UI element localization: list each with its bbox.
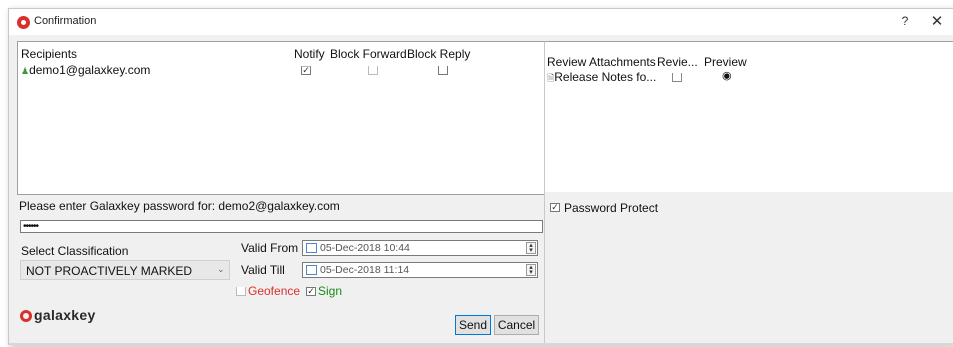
password-protect-checkbox[interactable]: ✓ (550, 203, 560, 212)
geofence-checkbox[interactable] (236, 287, 246, 296)
window-title: Confirmation (34, 15, 97, 27)
col-header-preview[interactable]: Preview (704, 55, 747, 69)
valid-till-label: Valid Till (241, 263, 285, 277)
attachments-list[interactable]: Review Attachments Revie... Preview 🗎Rel… (544, 41, 953, 193)
password-input[interactable]: •••••• (20, 220, 543, 233)
valid-till-checkbox[interactable] (306, 265, 317, 275)
dialog-bottom-edge (9, 343, 953, 345)
classification-selected: NOT PROACTIVELY MARKED (26, 264, 193, 278)
title-bar: Confirmation ? ✕ (9, 9, 953, 35)
eye-icon[interactable]: ◉ (722, 69, 732, 82)
right-options-panel: ✓ Password Protect (544, 192, 953, 345)
send-button[interactable]: Send (455, 315, 491, 335)
recipient-row[interactable]: ♟demo1@galaxkey.com (21, 63, 150, 77)
col-header-block-reply[interactable]: Block Reply (407, 47, 470, 61)
classification-label: Select Classification (21, 244, 129, 258)
valid-from-picker[interactable]: 05-Dec-2018 10:44 ▴ ▾ (302, 240, 538, 256)
col-header-notify[interactable]: Notify (294, 47, 325, 61)
sign-checkbox[interactable]: ✓ (306, 287, 316, 296)
col-header-recipients[interactable]: Recipients (21, 47, 77, 61)
help-button[interactable]: ? (897, 14, 913, 30)
col-header-review-attachments[interactable]: Review Attachments (547, 55, 656, 69)
valid-from-spinner[interactable]: ▴ ▾ (526, 242, 536, 254)
col-header-reviewed[interactable]: Revie... (657, 55, 698, 69)
block-forward-checkbox[interactable] (368, 66, 378, 75)
valid-from-label: Valid From (241, 241, 299, 255)
attachment-name: Release Notes fo... (554, 70, 657, 84)
chevron-down-icon: ⌄ (217, 264, 225, 274)
col-header-block-forward[interactable]: Block Forward (330, 47, 407, 61)
valid-till-picker[interactable]: 05-Dec-2018 11:14 ▴ ▾ (302, 262, 538, 278)
galaxkey-logo-icon (20, 310, 32, 322)
attachment-reviewed-checkbox[interactable] (672, 73, 682, 82)
recipient-email: demo1@galaxkey.com (29, 63, 151, 77)
valid-from-checkbox[interactable] (306, 243, 317, 253)
notify-checkbox[interactable]: ✓ (301, 66, 311, 75)
sign-label: Sign (318, 284, 343, 298)
password-prompt: Please enter Galaxkey password for: demo… (19, 199, 340, 213)
classification-dropdown[interactable]: NOT PROACTIVELY MARKED ⌄ (20, 260, 230, 280)
cancel-button[interactable]: Cancel (494, 315, 539, 335)
attachment-row[interactable]: 🗎Release Notes fo... (547, 70, 656, 87)
close-button[interactable]: ✕ (927, 12, 947, 32)
confirmation-dialog: Confirmation ? ✕ Recipients Notify Block… (8, 8, 953, 345)
geofence-label: Geofence (248, 284, 301, 298)
block-reply-checkbox[interactable] (438, 66, 448, 75)
valid-till-spinner[interactable]: ▴ ▾ (526, 264, 536, 276)
valid-from-value: 05-Dec-2018 10:44 (320, 242, 410, 254)
recipients-list[interactable]: Recipients Notify Block Forward Block Re… (17, 41, 545, 195)
valid-till-value: 05-Dec-2018 11:14 (320, 264, 410, 276)
galaxkey-logo-text: galaxkey (34, 307, 96, 323)
galaxkey-app-icon (17, 16, 30, 29)
password-protect-label: Password Protect (564, 201, 659, 215)
user-icon: ♟ (21, 66, 30, 76)
